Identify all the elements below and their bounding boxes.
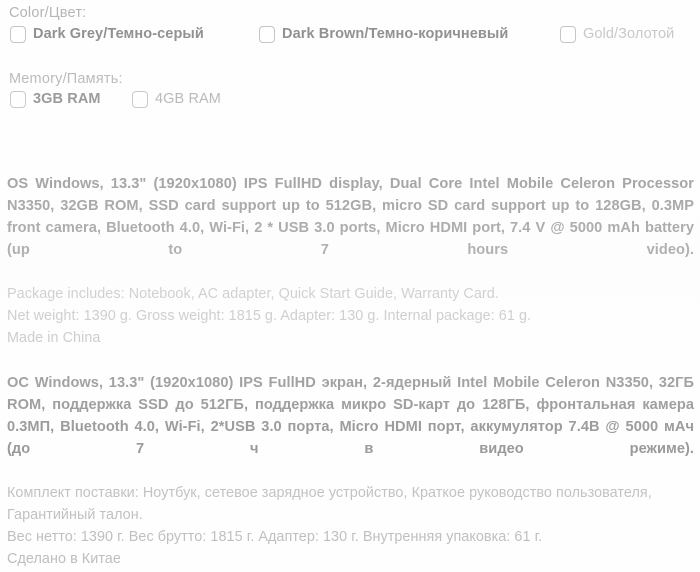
specification-block-russian: ОС Windows, 13.3" (1920x1080) IPS FullHD… [7, 372, 694, 570]
spec-ru-main-text: ОС Windows, 13.3" (1920x1080) IPS FullHD… [7, 375, 694, 457]
checkbox-icon-dark-brown[interactable] [259, 25, 275, 43]
checkbox-icon-dark-grey[interactable] [10, 25, 26, 43]
product-spec-sheet: Color/Цвет: Dark Grey/Темно-серый Dark B… [0, 0, 700, 572]
checkbox-option-gold[interactable]: Gold/Золотой [560, 25, 675, 43]
spec-en-weights: Net weight: 1390 g. Gross weight: 1815 g… [7, 308, 532, 324]
specification-block-english: OS Windows, 13.3" (1920x1080) IPS FullHD… [7, 173, 694, 349]
checkbox-option-dark-brown[interactable]: Dark Brown/Темно-коричневый [259, 25, 509, 43]
spec-ru-weights: Вес нетто: 1390 г. Вес брутто: 1815 г. А… [7, 529, 543, 545]
color-group-label: Color/Цвет: [9, 5, 87, 21]
checkbox-option-dark-grey[interactable]: Dark Grey/Темно-серый [10, 25, 204, 43]
checkbox-option-3gb-ram[interactable]: 3GB RAM [10, 90, 101, 108]
spec-en-main-text: OS Windows, 13.3" (1920x1080) IPS FullHD… [7, 176, 694, 258]
checkbox-label-4gb-ram: 4GB RAM [155, 91, 221, 107]
memory-group-label: Memory/Память: [9, 71, 123, 87]
checkbox-option-4gb-ram[interactable]: 4GB RAM [132, 90, 221, 108]
spec-ru-package-contents: Комплект поставки: Ноутбук, сетевое заря… [7, 485, 652, 523]
checkbox-label-dark-brown: Dark Brown/Темно-коричневый [282, 26, 509, 42]
checkbox-label-dark-grey: Dark Grey/Темно-серый [33, 26, 204, 42]
checkbox-label-3gb-ram: 3GB RAM [33, 91, 101, 107]
checkbox-icon-3gb-ram[interactable] [10, 90, 26, 108]
checkbox-icon-gold[interactable] [560, 25, 576, 43]
spec-en-origin: Made in China [7, 330, 101, 346]
checkbox-icon-4gb-ram[interactable] [132, 90, 148, 108]
spec-ru-origin: Сделано в Китае [7, 551, 121, 567]
checkbox-label-gold: Gold/Золотой [583, 26, 675, 42]
spec-en-package-contents: Package includes: Notebook, AC adapter, … [7, 286, 499, 302]
